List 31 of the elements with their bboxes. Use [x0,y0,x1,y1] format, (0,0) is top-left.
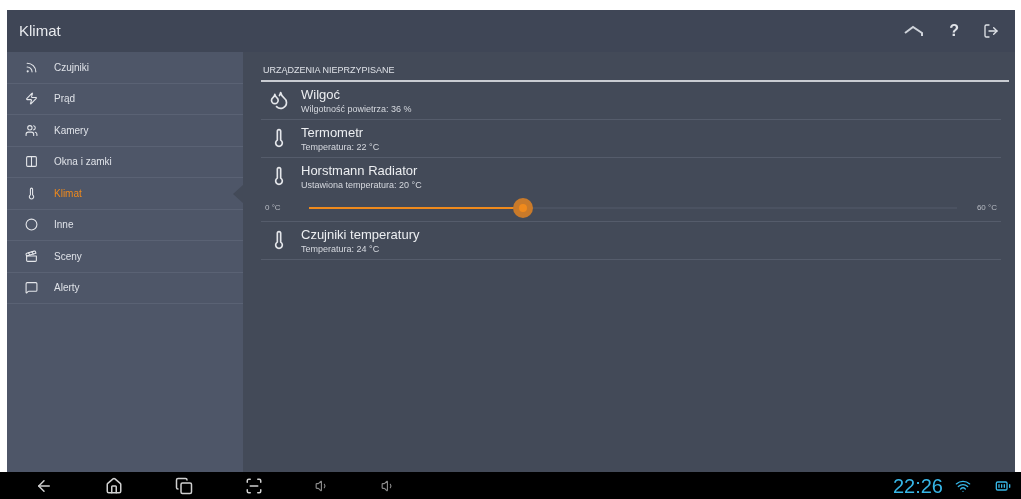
device-name: Wilgoć [301,86,341,103]
bolt-icon [25,92,38,106]
slider-min-label: 0 °C [265,201,282,214]
device-name: Termometr [301,124,365,141]
device-status: Temperatura: 22 °C [301,140,380,154]
signal-icon [25,60,38,74]
logout-icon[interactable] [983,23,999,39]
device-status: Temperatura: 24 °C [301,242,381,256]
sidebar-item[interactable]: Alerty [7,272,243,304]
section-header: URZĄDZENIA NIEPRZYPISANE [261,64,1009,82]
home-icon[interactable] [105,476,123,495]
help-button[interactable]: ? [949,19,959,43]
clock: 22:26 [892,473,943,499]
device-name: Horstmann Radiator [301,162,419,179]
device-status: Ustawiona temperatura: 20 °C [301,178,422,192]
slider-max-label: 60 °C [976,201,998,214]
message-icon [25,281,38,295]
droplets-icon [269,89,289,110]
circle-icon [25,218,38,232]
screenshot-icon[interactable] [245,476,263,495]
people-icon [25,123,38,137]
sidebar-item[interactable]: Kamery [7,115,243,147]
roof-icon[interactable] [903,24,926,38]
device-status: Wilgotność powietrza: 36 % [301,102,412,116]
app-title: Klimat [19,20,61,41]
recent-apps-icon[interactable] [175,476,193,495]
window-icon [25,155,38,169]
device-name: Czujniki temperatury [301,226,420,243]
clapperboard-icon [25,249,38,263]
sidebar-item[interactable]: Sceny [7,241,243,273]
slider-thumb[interactable] [512,197,533,218]
